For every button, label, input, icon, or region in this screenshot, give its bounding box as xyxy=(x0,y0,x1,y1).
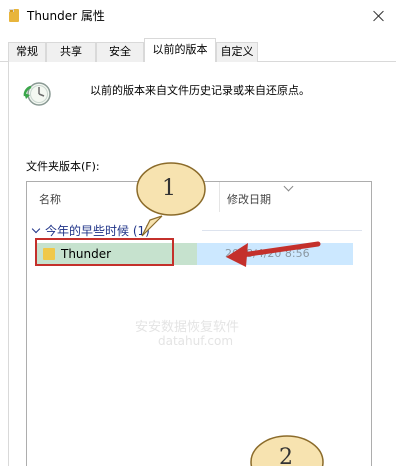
column-name[interactable]: 名称 xyxy=(39,191,61,207)
window-title: Thunder 属性 xyxy=(27,9,105,23)
annotation-highlight-box xyxy=(35,238,174,266)
callout-2-label: 2 xyxy=(279,445,293,466)
watermark-text: 安安数据恢复软件 xyxy=(135,320,240,335)
group-label: 今年的早些时候 (1) xyxy=(45,224,150,238)
watermark-url: datahuf.com xyxy=(158,334,234,348)
tab-security[interactable]: 安全 xyxy=(96,42,144,62)
folder-versions-label: 文件夹版本(F): xyxy=(26,160,100,173)
tab-customize[interactable]: 自定义 xyxy=(216,42,258,62)
close-button[interactable] xyxy=(362,0,396,31)
group-divider xyxy=(202,230,362,231)
list-item-date: 2018/4/20 8:56 xyxy=(225,247,310,260)
title-bar: Thunder 属性 xyxy=(0,0,396,31)
tab-strip: 常规 共享 安全 以前的版本 自定义 xyxy=(0,38,396,63)
callout-1-label: 1 xyxy=(162,176,176,201)
sort-chevron-icon xyxy=(283,181,294,192)
tab-general[interactable]: 常规 xyxy=(8,42,46,62)
chevron-down-icon xyxy=(31,224,41,234)
group-header[interactable]: 今年的早些时候 (1) xyxy=(31,222,150,239)
column-divider[interactable] xyxy=(219,182,220,212)
restore-clock-icon xyxy=(22,79,54,111)
tab-previous-versions[interactable]: 以前的版本 xyxy=(144,38,216,63)
tab-sharing[interactable]: 共享 xyxy=(46,42,96,62)
folder-icon xyxy=(9,9,19,22)
list-column-header: 名称 修改日期 xyxy=(27,181,371,212)
previous-versions-description: 以前的版本来自文件历史记录或来自还原点。 xyxy=(90,84,310,97)
column-date-modified[interactable]: 修改日期 xyxy=(227,191,271,207)
